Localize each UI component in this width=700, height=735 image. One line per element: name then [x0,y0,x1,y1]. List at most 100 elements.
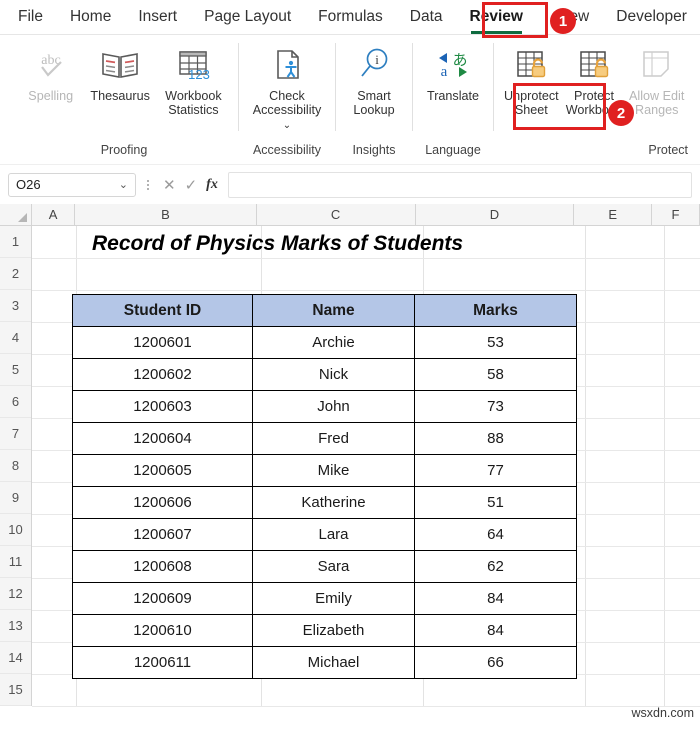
table-row[interactable]: 1200611 Michael 66 [72,646,577,679]
cancel-icon[interactable]: ✕ [163,176,176,194]
column-header-f[interactable]: F [651,204,700,225]
table-row[interactable]: 1200607 Lara 64 [72,518,577,551]
watermark: wsxdn.com [631,706,694,720]
translate-button[interactable]: a あ Translate [419,37,487,103]
group-label-accessibility: Accessibility [252,143,322,157]
cell-name[interactable]: Elizabeth [252,614,415,647]
cell-marks[interactable]: 58 [414,358,577,391]
workbook-statistics-icon: 123 [172,43,214,87]
cell-student-id[interactable]: 1200604 [72,422,253,455]
cell-student-id[interactable]: 1200605 [72,454,253,487]
cell-student-id[interactable]: 1200606 [72,486,253,519]
cell-student-id[interactable]: 1200611 [72,646,253,679]
check-accessibility-button[interactable]: Check Accessibility ⌄ [247,37,327,133]
excel-window: File Home Insert Page Layout Formulas Da… [0,0,700,735]
row-header-12[interactable]: 12 [0,578,31,610]
select-all-corner[interactable] [0,204,32,225]
cell-name[interactable]: Nick [252,358,415,391]
spreadsheet-grid: A B C D E F 1 2 3 4 5 6 7 8 9 10 11 12 1… [0,204,700,725]
cell-marks[interactable]: 84 [414,582,577,615]
enter-icon[interactable]: ✓ [185,176,198,194]
tab-data[interactable]: Data [410,8,443,26]
table-row[interactable]: 1200608 Sara 62 [72,550,577,583]
row-header-1[interactable]: 1 [0,226,31,258]
table-row[interactable]: 1200610 Elizabeth 84 [72,614,577,647]
cell-student-id[interactable]: 1200609 [72,582,253,615]
row-header-11[interactable]: 11 [0,546,31,578]
row-header-2[interactable]: 2 [0,258,31,290]
tab-home-label: Home [69,8,112,25]
insert-function-icon[interactable]: fx [206,177,218,193]
cell-marks[interactable]: 84 [414,614,577,647]
cell-marks[interactable]: 88 [414,422,577,455]
column-header-e[interactable]: E [574,204,652,225]
cell-student-id[interactable]: 1200610 [72,614,253,647]
cell-name[interactable]: Lara [252,518,415,551]
formula-input[interactable] [227,171,692,198]
table-row[interactable]: 1200601 Archie 53 [72,326,577,359]
row-header-14[interactable]: 14 [0,642,31,674]
cell-marks[interactable]: 66 [414,646,577,679]
row-header-5[interactable]: 5 [0,354,31,386]
allow-edit-ranges-button[interactable]: Allow Edit Ranges [625,37,688,117]
cell-student-id[interactable]: 1200603 [72,390,253,423]
table-row[interactable]: 1200605 Mike 77 [72,454,577,487]
allow-edit-ranges-label: Allow Edit Ranges [629,89,685,117]
cell-marks[interactable]: 73 [414,390,577,423]
tab-formulas[interactable]: Formulas [318,8,383,26]
row-header-6[interactable]: 6 [0,386,31,418]
table-row[interactable]: 1200609 Emily 84 [72,582,577,615]
thesaurus-button[interactable]: Thesaurus [85,37,154,103]
spelling-button[interactable]: abc Spelling [16,37,85,103]
row-header-13[interactable]: 13 [0,610,31,642]
cell-name[interactable]: Archie [252,326,415,359]
tab-developer[interactable]: Developer [616,8,687,26]
row-header-8[interactable]: 8 [0,450,31,482]
cell-marks[interactable]: 62 [414,550,577,583]
cell-student-id[interactable]: 1200602 [72,358,253,391]
column-header-b[interactable]: B [75,204,257,225]
sheet-area[interactable]: Record of Physics Marks of Students Stud… [32,226,700,707]
table-row[interactable]: 1200606 Katherine 51 [72,486,577,519]
cell-name[interactable]: John [252,390,415,423]
cell-student-id[interactable]: 1200607 [72,518,253,551]
table-row[interactable]: 1200603 John 73 [72,390,577,423]
row-header-15[interactable]: 15 [0,674,31,706]
smart-lookup-button[interactable]: i Smart Lookup [342,37,406,117]
cell-marks[interactable]: 77 [414,454,577,487]
smart-lookup-label: Smart Lookup [353,89,395,117]
name-box[interactable]: O26 ⌄ [8,172,136,197]
cell-marks[interactable]: 51 [414,486,577,519]
row-header-4[interactable]: 4 [0,322,31,354]
cell-marks[interactable]: 53 [414,326,577,359]
column-header-d[interactable]: D [415,204,575,225]
workbook-statistics-button[interactable]: 123 Workbook Statistics [155,37,232,117]
cell-name[interactable]: Mike [252,454,415,487]
row-header-3[interactable]: 3 [0,290,31,322]
cell-student-id[interactable]: 1200608 [72,550,253,583]
table-row[interactable]: 1200602 Nick 58 [72,358,577,391]
cell-name[interactable]: Fred [252,422,415,455]
tab-file[interactable]: File [18,8,43,26]
row-header-10[interactable]: 10 [0,514,31,546]
name-box-chevron-down-icon[interactable]: ⌄ [119,178,128,191]
check-accessibility-icon [266,43,308,87]
table-row[interactable]: 1200604 Fred 88 [72,422,577,455]
cell-student-id[interactable]: 1200601 [72,326,253,359]
chevron-down-icon[interactable]: ⌄ [283,120,291,131]
cell-name[interactable]: Michael [252,646,415,679]
cell-name[interactable]: Katherine [252,486,415,519]
column-header-c[interactable]: C [256,204,416,225]
tab-insert[interactable]: Insert [138,8,177,26]
spelling-icon: abc [31,43,71,87]
formula-bar-handle[interactable] [141,175,155,195]
svg-text:123: 123 [189,67,211,82]
cell-name[interactable]: Sara [252,550,415,583]
row-header-7[interactable]: 7 [0,418,31,450]
cell-name[interactable]: Emily [252,582,415,615]
row-header-9[interactable]: 9 [0,482,31,514]
tab-home[interactable]: Home [70,8,111,26]
column-header-a[interactable]: A [32,204,76,225]
tab-page-layout[interactable]: Page Layout [204,8,291,26]
cell-marks[interactable]: 64 [414,518,577,551]
